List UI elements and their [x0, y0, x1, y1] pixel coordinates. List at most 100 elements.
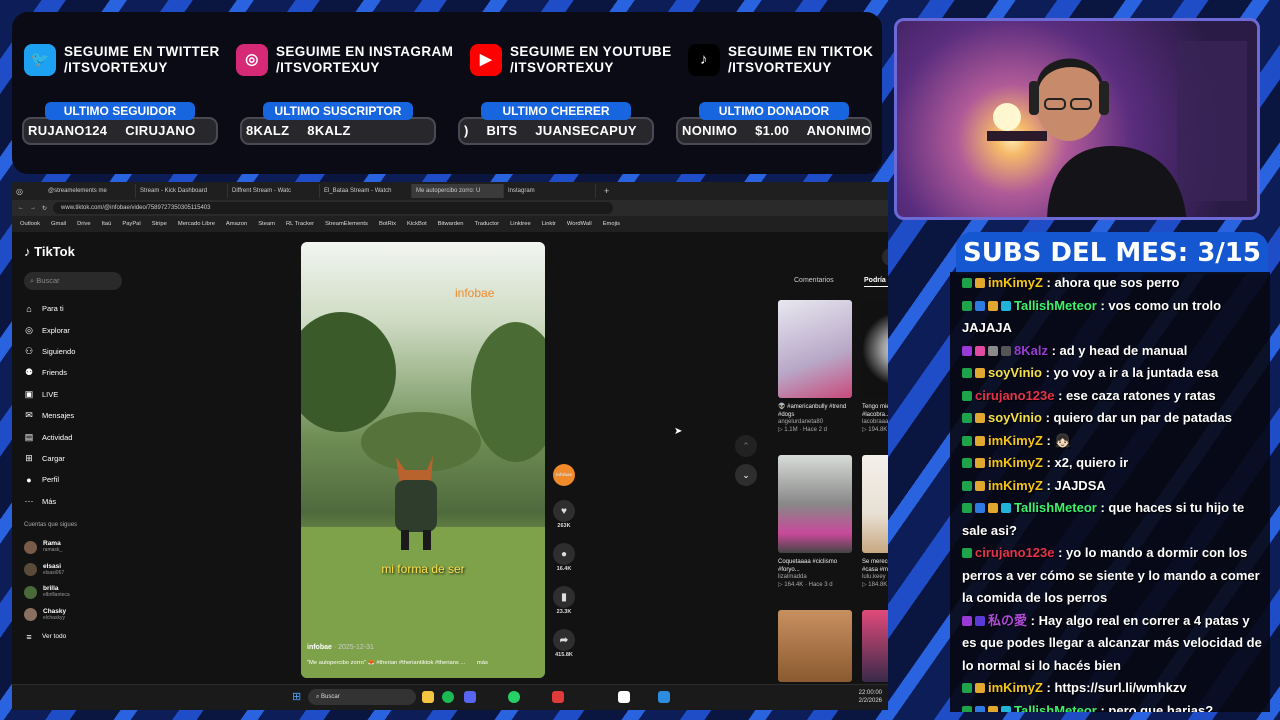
bookmark-item[interactable]: Itaú [102, 221, 112, 227]
rec-title: Se merece todo 🤣 ❤️ #casa #mam... [862, 559, 888, 573]
reload-icon[interactable]: ↻ [42, 205, 47, 212]
profile-icon: ● [26, 474, 32, 485]
video-author[interactable]: infobae · 2025-12-31 [307, 644, 374, 651]
nav-item-ms[interactable]: ··· Más [24, 491, 134, 512]
social-instagram[interactable]: ◎ SEGUIME EN INSTAGRAM/ITSVORTEXUY [236, 44, 453, 76]
browser-menu-icon[interactable]: ◎ [16, 187, 44, 196]
followed-account[interactable]: brilla elbrillanteca [24, 581, 134, 604]
bookmark-item[interactable]: Linktree [510, 221, 531, 227]
recommended-caption[interactable]: 👽 #americanbully #trend #dogs angelurdane… [778, 404, 856, 434]
chat-username[interactable]: 私の愛 [988, 613, 1027, 628]
tiktok-search-input[interactable]: Buscar [36, 276, 59, 285]
nav-item-mensajes[interactable]: ✉ Mensajes [24, 405, 134, 426]
bookmark-item[interactable]: Mercado Libre [178, 221, 215, 227]
chat-username[interactable]: imKimyZ [988, 433, 1043, 448]
tiktok-logo[interactable]: ♪ TikTok [24, 244, 134, 266]
social-twitter-bird[interactable]: 🐦 SEGUIME EN TWITTER/ITSVORTEXUY [24, 44, 220, 76]
browser-tab[interactable]: Instagram [504, 184, 596, 198]
bookmark-item[interactable]: Amazon [226, 221, 247, 227]
chat-username[interactable]: soyVinio [988, 365, 1042, 380]
browser-tab[interactable]: Diffrent Stream - Watc [228, 184, 320, 198]
nav-item-cargar[interactable]: ⊞ Cargar [24, 448, 134, 469]
windows-start-icon[interactable]: ⊞ [292, 690, 301, 703]
back-icon[interactable]: ← [18, 205, 24, 211]
new-tab-icon[interactable]: + [604, 186, 609, 196]
tiktok-video[interactable]: infobae mi forma de ser infobae · 2025-1… [301, 242, 545, 678]
recommended-thumbnail[interactable] [862, 455, 888, 553]
bookmark-item[interactable]: StreamElements [325, 221, 368, 227]
bookmark-item[interactable]: Emojis [603, 221, 620, 227]
recommended-thumbnail[interactable] [778, 300, 852, 398]
chat-username[interactable]: imKimyZ [988, 455, 1043, 470]
nav-item-live[interactable]: ▣ LIVE [24, 384, 134, 405]
comment-button[interactable]: ● [553, 543, 575, 565]
followed-account[interactable]: Chasky elchaskyy [24, 603, 134, 626]
browser-tab[interactable]: El_Bataa Stream - Watch [320, 184, 412, 198]
recommended-thumbnail[interactable] [862, 300, 888, 398]
recommended-thumbnail[interactable] [862, 610, 888, 682]
browser-tab[interactable]: Me autopercibo zorro: U [412, 184, 504, 198]
recommended-thumbnail[interactable] [778, 610, 852, 682]
chat-username[interactable]: soyVinio [988, 410, 1042, 425]
nav-item-parati[interactable]: ⌂ Para ti [24, 298, 134, 319]
chat-username[interactable]: TallishMeteor [1014, 298, 1097, 313]
file-explorer-icon[interactable] [422, 691, 434, 703]
tiktok-search[interactable]: ⌕ Buscar [24, 272, 122, 290]
spotify-icon[interactable] [442, 691, 454, 703]
chat-username[interactable]: cirujano123e [975, 545, 1055, 560]
recommended-caption[interactable]: Se merece todo 🤣 ❤️ #casa #mam...lulu.ke… [862, 559, 888, 589]
chat-username[interactable]: cirujano123e [975, 388, 1055, 403]
taskbar-search[interactable]: ⌕ Buscar [308, 689, 416, 705]
like-button[interactable]: ♥ [553, 500, 575, 522]
app-icon[interactable] [552, 691, 564, 703]
chat-username[interactable]: imKimyZ [988, 680, 1043, 695]
recommended-thumbnail[interactable] [778, 455, 852, 553]
nav-item-explorar[interactable]: ◎ Explorar [24, 319, 134, 340]
chat-username[interactable]: imKimyZ [988, 275, 1043, 290]
forward-icon[interactable]: → [30, 205, 36, 211]
chat-username[interactable]: imKimyZ [988, 478, 1043, 493]
share-button[interactable]: ➦ [553, 629, 575, 651]
chat-username[interactable]: 8Kalz [1014, 343, 1048, 358]
bookmark-item[interactable]: Linktr [542, 221, 556, 227]
bookmark-item[interactable]: Stripe [152, 221, 167, 227]
browser-tab[interactable]: Stream - Kick Dashboard [136, 184, 228, 198]
bookmark-item[interactable]: Bitwarden [438, 221, 464, 227]
bookmark-item[interactable]: Gmail [51, 221, 66, 227]
chat-username[interactable]: TallishMeteor [1014, 500, 1097, 515]
app-icon[interactable] [658, 691, 670, 703]
tab-comments[interactable]: Comentarios [794, 277, 834, 284]
tab-recommended[interactable]: Podría interesarte [864, 277, 888, 287]
bookmark-item[interactable]: WordWall [567, 221, 592, 227]
recommended-caption[interactable]: Tengo miedo 🥺 🎯 #lacobra...lacobraaa.9 ◉… [862, 404, 888, 434]
bookmark-item[interactable]: Outlook [20, 221, 40, 227]
see-all-link[interactable]: ≡ Ver todo [24, 626, 134, 647]
bookmark-item[interactable]: BotRix [379, 221, 396, 227]
discord-icon[interactable] [464, 691, 476, 703]
prev-video-button[interactable]: ⌃ [735, 435, 757, 457]
recommended-caption[interactable]: Coquetaaaa #ciclismo #foryo... lizalmadda… [778, 559, 856, 589]
whatsapp-icon[interactable] [508, 691, 520, 703]
save-button[interactable]: ▮ [553, 586, 575, 608]
bookmark-item[interactable]: Steam [258, 221, 275, 227]
followed-account[interactable]: Rama ramask_ [24, 536, 134, 559]
chat-username[interactable]: TallishMeteor [1014, 703, 1097, 713]
nav-item-friends[interactable]: ⚉ Friends [24, 362, 134, 383]
next-video-button[interactable]: ⌄ [735, 464, 757, 486]
followed-account[interactable]: elsasi elsasi067 [24, 558, 134, 581]
social-tiktok[interactable]: ♪ SEGUIME EN TIKTOK/ITSVORTEXUY [688, 44, 873, 76]
url-field[interactable]: www.tiktok.com/@infobae/video/7589727350… [53, 202, 614, 214]
nav-item-siguiendo[interactable]: ⚇ Siguiendo [24, 341, 134, 362]
bookmark-item[interactable]: Traductor [474, 221, 499, 227]
obs-icon[interactable] [618, 691, 630, 703]
bookmark-item[interactable]: PayPal [122, 221, 140, 227]
bookmark-item[interactable]: RL Tracker [286, 221, 314, 227]
browser-tab[interactable]: @streamelements me [44, 184, 136, 198]
taskbar-clock[interactable]: 22:00:00 2/2/2026 [838, 689, 882, 705]
nav-item-actividad[interactable]: ▤ Actividad [24, 426, 134, 447]
bookmark-item[interactable]: Drive [77, 221, 91, 227]
bookmark-item[interactable]: KickBot [407, 221, 427, 227]
social-youtube[interactable]: ▶ SEGUIME EN YOUTUBE/ITSVORTEXUY [470, 44, 671, 76]
infobae-avatar[interactable]: infobae [553, 464, 575, 486]
nav-item-perfil[interactable]: ● Perfil [24, 469, 134, 490]
